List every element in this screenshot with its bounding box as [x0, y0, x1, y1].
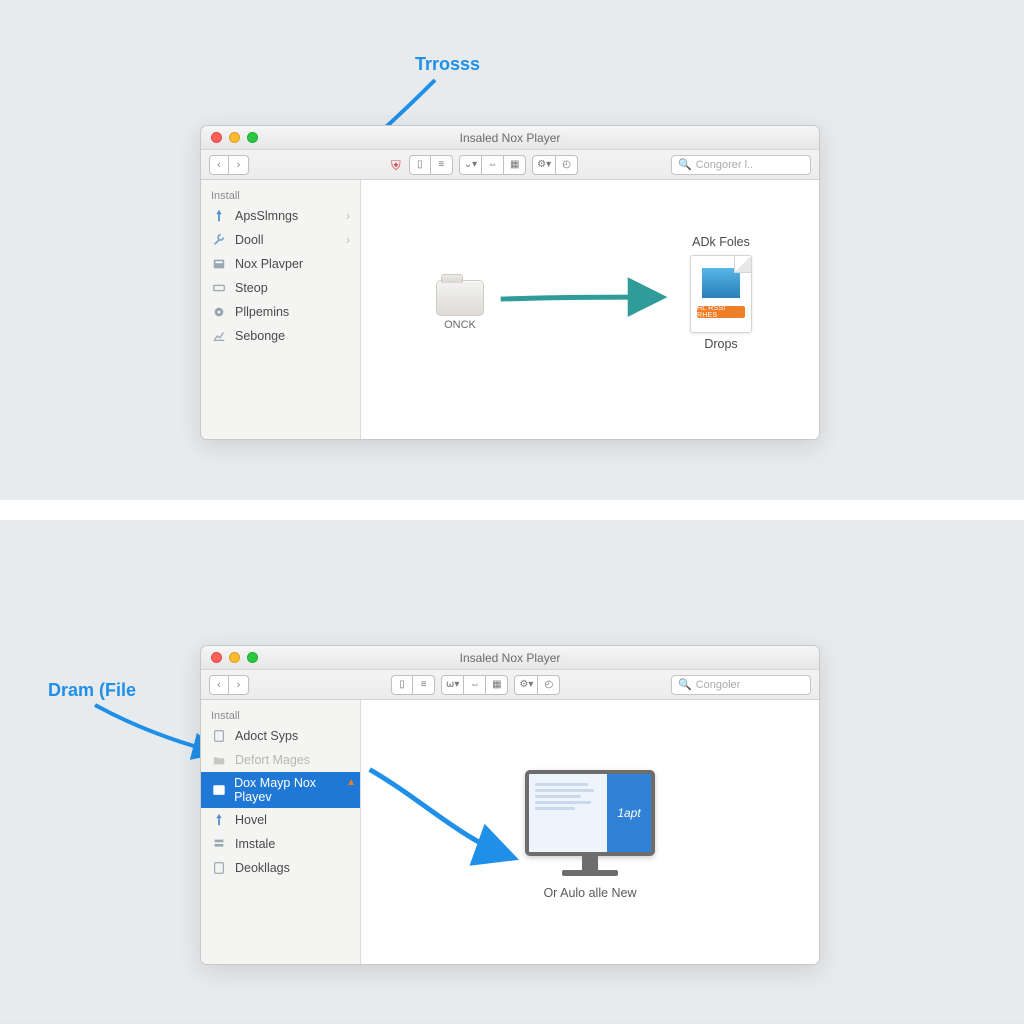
arrange-button[interactable]: ⍵▾ — [441, 675, 464, 695]
search-input[interactable]: 🔍 Congorer l.. — [671, 155, 811, 175]
sidebar-item-label: Hovel — [235, 813, 267, 827]
chevron-right-icon: › — [346, 209, 350, 223]
tutorial-step-2: Dram (File Insaled Nox Player ‹ › ▯ — [0, 520, 1024, 1020]
arrange-button[interactable]: ⌄▾ — [459, 155, 482, 175]
back-button[interactable]: ‹ — [209, 155, 229, 175]
sidebar-item-label: Nox Plavper — [235, 257, 303, 271]
sidebar-item-label: Imstale — [235, 837, 275, 851]
forward-button[interactable]: › — [229, 675, 249, 695]
content-area[interactable]: 1apt Or Aulo alle New — [361, 700, 819, 964]
finder-window-2: Insaled Nox Player ‹ › ▯ ≡ ⍵▾ ⇔ ▦ ⚙▾ ◴ — [200, 645, 820, 965]
sidebar-item-noxplayer[interactable]: Nox Plavper — [201, 252, 360, 276]
sidebar-item-label: Dooll — [235, 233, 264, 247]
search-icon: 🔍 — [678, 678, 692, 691]
sidebar-item-tool[interactable]: Dooll › — [201, 228, 360, 252]
forward-button[interactable]: › — [229, 155, 249, 175]
view-list-button[interactable]: ≡ — [431, 155, 453, 175]
sidebar: Install Adoct Syps Defort Mages — [201, 700, 361, 964]
search-input[interactable]: 🔍 Congoler — [671, 675, 811, 695]
app-monitor-illustration: 1apt Or Aulo alle New — [525, 770, 655, 900]
source-folder[interactable]: ONCK — [431, 280, 489, 331]
toolbar: ‹ › ⛨ ▯ ≡ ⌄▾ ⇔ ▦ ⚙▾ ◴ 🔍 Congorer l.. — [201, 150, 819, 180]
folder-icon — [211, 752, 227, 768]
finder-window-1: Insaled Nox Player ‹ › ⛨ ▯ ≡ ⌄▾ ⇔ ▦ ⚙▾ ◴ — [200, 125, 820, 440]
monitor-caption: Or Aulo alle New — [543, 886, 636, 900]
sidebar: Install ApsSlmngs › Dooll › — [201, 180, 361, 439]
sidebar-item-appsettings[interactable]: ApsSlmngs › — [201, 204, 360, 228]
clock-button[interactable]: ◴ — [538, 675, 560, 695]
sidebar-item-label: Steop — [235, 281, 268, 295]
window-title: Insaled Nox Player — [201, 131, 819, 145]
tutorial-step-1: Trrosss Insaled Nox Player ‹ › ⛨ — [0, 0, 1024, 500]
sidebar-item-adoctsyps[interactable]: Adoct Syps — [201, 724, 360, 748]
callout-label-top: Trrosss — [415, 54, 480, 75]
nav-buttons: ‹ › — [209, 155, 249, 175]
sidebar-item-plugins[interactable]: Pllpemins — [201, 300, 360, 324]
app-icon — [211, 782, 226, 798]
back-button[interactable]: ‹ — [209, 675, 229, 695]
window-title: Insaled Nox Player — [201, 651, 819, 665]
link-button[interactable]: ⇔ — [464, 675, 486, 695]
search-placeholder: Congorer l.. — [696, 159, 753, 171]
grid-button[interactable]: ▦ — [486, 675, 508, 695]
sidebar-item-label: Deokllags — [235, 861, 290, 875]
clock-button[interactable]: ◴ — [556, 155, 578, 175]
action-button[interactable]: ⚙▾ — [514, 675, 538, 695]
screen-script-text: 1apt — [617, 806, 640, 820]
sidebar-item-label: Adoct Syps — [235, 729, 298, 743]
sidebar-item-imstale[interactable]: Imstale — [201, 832, 360, 856]
sidebar-item-label: Sebonge — [235, 329, 285, 343]
pin-icon — [211, 208, 227, 224]
sidebar-item-dockllags[interactable]: Deokllags — [201, 856, 360, 880]
titlebar[interactable]: Insaled Nox Player — [201, 126, 819, 150]
toolbar: ‹ › ▯ ≡ ⍵▾ ⇔ ▦ ⚙▾ ◴ 🔍 Congoler — [201, 670, 819, 700]
sidebar-item-label: Defort Mages — [235, 753, 310, 767]
folder-label: ONCK — [444, 319, 476, 331]
file-badge: HL RSSI RHES — [697, 306, 745, 318]
file-label: Drops — [704, 337, 737, 351]
disc-icon — [211, 304, 227, 320]
titlebar[interactable]: Insaled Nox Player — [201, 646, 819, 670]
sidebar-section-header: Install — [201, 706, 360, 724]
monitor-screen-icon: 1apt — [525, 770, 655, 856]
sidebar-item-defortmages[interactable]: Defort Mages — [201, 748, 360, 772]
stack-icon — [211, 836, 227, 852]
content-area[interactable]: ONCK ADk Foles HL RSSI RHES — [361, 180, 819, 439]
image-thumb-icon — [700, 266, 742, 300]
shield-icon: ⛨ — [391, 158, 401, 174]
view-icon-button[interactable]: ▯ — [409, 155, 431, 175]
flame-icon: ▲ — [346, 777, 356, 788]
drive-icon — [211, 280, 227, 296]
chart-icon — [211, 328, 227, 344]
sidebar-item-hovel[interactable]: Hovel — [201, 808, 360, 832]
doc-icon — [211, 728, 227, 744]
sidebar-item-label: ApsSlmngs — [235, 209, 298, 223]
action-button[interactable]: ⚙▾ — [532, 155, 556, 175]
search-placeholder: Congoler — [696, 679, 741, 691]
sidebar-item-setup[interactable]: Steop — [201, 276, 360, 300]
app-icon — [211, 256, 227, 272]
target-file[interactable]: ADk Foles HL RSSI RHES Drops — [681, 255, 761, 351]
search-icon: 🔍 — [678, 158, 692, 171]
sidebar-section-header: Install — [201, 186, 360, 204]
folder-icon — [436, 280, 484, 316]
link-button[interactable]: ⇔ — [482, 155, 504, 175]
file-caption-top: ADk Foles — [661, 235, 781, 249]
sidebar-item-storage[interactable]: Sebonge — [201, 324, 360, 348]
pin-icon — [211, 812, 227, 828]
sidebar-item-label: Dox Mayp Nox Playev — [234, 776, 350, 804]
nav-buttons: ‹ › — [209, 675, 249, 695]
sidebar-item-label: Pllpemins — [235, 305, 289, 319]
view-icon-button[interactable]: ▯ — [391, 675, 413, 695]
callout-label-bottom: Dram (File — [48, 680, 136, 701]
view-list-button[interactable]: ≡ — [413, 675, 435, 695]
file-icon: HL RSSI RHES — [690, 255, 752, 333]
wrench-icon — [211, 232, 227, 248]
grid-button[interactable]: ▦ — [504, 155, 526, 175]
chevron-right-icon: › — [346, 233, 350, 247]
apple-icon — [437, 281, 483, 315]
doc-icon — [211, 860, 227, 876]
sidebar-item-noxplayer-selected[interactable]: Dox Mayp Nox Playev ▲ — [201, 772, 360, 808]
panel-separator — [0, 500, 1024, 520]
